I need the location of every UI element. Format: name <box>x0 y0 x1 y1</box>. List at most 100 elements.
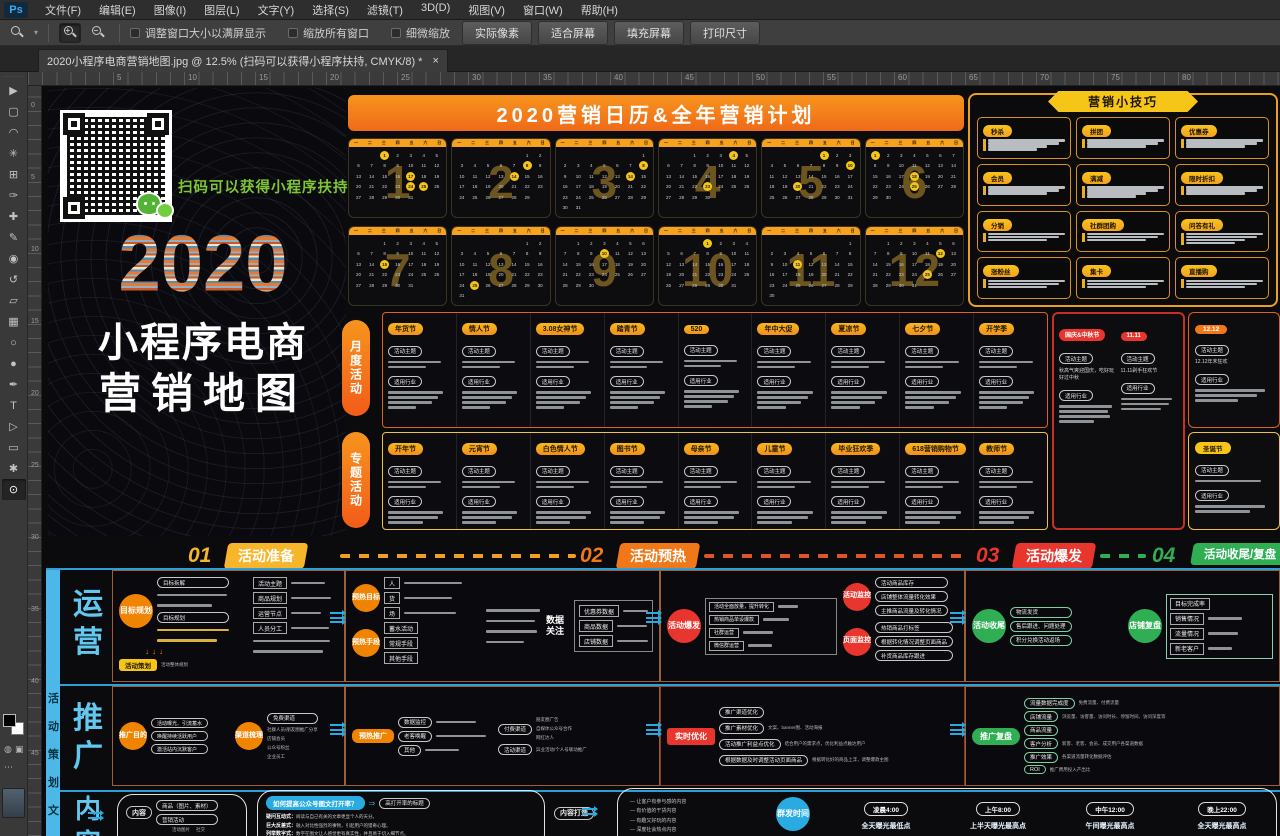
zoom-tool[interactable]: ⊙ <box>2 479 26 500</box>
shape-tool[interactable]: ▭ <box>2 437 26 458</box>
tab-close-icon[interactable]: × <box>432 55 438 67</box>
industry-label: 适用行业 <box>610 496 644 507</box>
day: 8 <box>701 249 714 260</box>
day: 6 <box>662 161 675 172</box>
day: 24 <box>404 270 417 281</box>
menu-窗口(W)[interactable]: 窗口(W) <box>514 0 572 20</box>
text-line <box>388 406 416 409</box>
day: 9 <box>585 249 598 260</box>
menu-帮助(H)[interactable]: 帮助(H) <box>572 0 627 20</box>
magic-wand-tool[interactable]: ✳ <box>2 143 26 164</box>
festival-name: 儿童节 <box>757 443 792 455</box>
menu-编辑(E)[interactable]: 编辑(E) <box>90 0 145 20</box>
day-blank <box>778 238 791 249</box>
tip-label: 涨粉丝 <box>983 265 1019 277</box>
dodge-tool[interactable]: ● <box>2 353 26 374</box>
zoom-in-button[interactable]: + <box>59 23 81 43</box>
bullet-icon <box>1181 145 1184 148</box>
menu-图层(L)[interactable]: 图层(L) <box>195 0 248 20</box>
options-button-适合屏幕[interactable]: 适合屏幕 <box>538 21 608 45</box>
path-select-tool[interactable]: ▷ <box>2 416 26 437</box>
menu-视图(V)[interactable]: 视图(V) <box>459 0 514 20</box>
pen-tool[interactable]: ✒ <box>2 374 26 395</box>
day: 18 <box>765 182 778 193</box>
tip-card-秒杀: 秒杀 <box>977 117 1071 159</box>
weekday-label: 一 <box>664 228 668 234</box>
options-button-打印尺寸[interactable]: 打印尺寸 <box>690 21 760 45</box>
day: 20 <box>494 270 507 281</box>
menu-图像(I)[interactable]: 图像(I) <box>145 0 195 20</box>
options-button-填充屏幕[interactable]: 填充屏幕 <box>614 21 684 45</box>
text-line <box>979 401 1023 404</box>
day: 3 <box>455 161 468 172</box>
weekday-label: 六 <box>733 228 737 234</box>
option-checkbox[interactable]: 细微缩放 <box>391 25 450 41</box>
weekday-label: 一 <box>561 228 565 234</box>
festival-name: 3.08女神节 <box>536 323 585 335</box>
type-tool[interactable]: T <box>2 395 26 416</box>
option-checkbox[interactable]: 调整窗口大小以满屏显示 <box>130 25 266 41</box>
options-bar: ▾ + − 调整窗口大小以满屏显示 缩放所有窗口 细微缩放 实际像素适合屏幕填充屏幕… <box>0 20 1280 46</box>
eyedropper-tool[interactable]: ✑ <box>2 185 26 206</box>
options-button-实际像素[interactable]: 实际像素 <box>462 21 532 45</box>
panel-thumbnail[interactable] <box>2 788 25 818</box>
day: 29 <box>844 280 857 291</box>
menu-文件(F)[interactable]: 文件(F) <box>36 0 90 20</box>
day: 20 <box>818 270 831 281</box>
move-tool[interactable]: ▶ <box>2 80 26 101</box>
document-tab[interactable]: 2020小程序电商营销地图.jpg @ 12.5% (扫码可以获得小程序扶持, … <box>38 49 448 72</box>
checkbox-icon[interactable] <box>391 28 401 38</box>
day-blank <box>468 238 481 249</box>
text-line <box>979 516 1029 519</box>
menu-3D(D)[interactable]: 3D(D) <box>412 0 459 20</box>
zoom-out-button[interactable]: − <box>87 23 109 43</box>
ruler-number: 20 <box>330 73 339 82</box>
day-blank <box>675 150 688 161</box>
menu-滤镜(T)[interactable]: 滤镜(T) <box>358 0 412 20</box>
healing-brush-tool[interactable]: ✚ <box>2 206 26 227</box>
day: 21 <box>365 270 378 281</box>
checkbox-icon[interactable] <box>130 28 140 38</box>
menu-选择(S)[interactable]: 选择(S) <box>303 0 358 20</box>
panel-grip[interactable]: ······· <box>0 72 27 80</box>
history-brush-tool[interactable]: ↺ <box>2 269 26 290</box>
gradient-tool[interactable]: ▦ <box>2 311 26 332</box>
day: 11 <box>468 171 481 182</box>
edit-toolbar-icon[interactable]: ⋯ <box>4 762 13 773</box>
screen-mode-icon[interactable]: ▣ <box>15 744 24 755</box>
preset-caret-icon[interactable]: ▾ <box>34 28 38 37</box>
menu-文字(Y)[interactable]: 文字(Y) <box>249 0 304 20</box>
eraser-tool[interactable]: ▱ <box>2 290 26 311</box>
weekday-label: 日 <box>851 228 855 234</box>
clone-stamp-tool[interactable]: ◉ <box>2 248 26 269</box>
festival-day: 1 <box>703 239 712 248</box>
document-canvas[interactable]: 扫码可以获得小程序扶持 2020 小程序电商 营销地图 2020营销日历&全年营… <box>42 86 1280 836</box>
marquee-tool[interactable]: ▢ <box>2 101 26 122</box>
day: 27 <box>662 192 675 203</box>
text-line <box>979 406 1007 409</box>
crop-tool[interactable]: ⊞ <box>2 164 26 185</box>
day-blank <box>585 150 598 161</box>
day: 10 <box>714 161 727 172</box>
blur-tool[interactable]: ○ <box>2 332 26 353</box>
quick-mask-icon[interactable]: ◍ <box>4 744 12 755</box>
lasso-tool[interactable]: ◠ <box>2 122 26 143</box>
option-checkbox[interactable]: 缩放所有窗口 <box>288 25 369 41</box>
industry-label: 适用行业 <box>757 496 791 507</box>
day: 6 <box>791 161 804 172</box>
phase-badge-01: 活动准备 <box>224 543 309 569</box>
text-line <box>1186 286 1245 289</box>
color-swatches[interactable] <box>3 714 25 736</box>
day: 9 <box>534 249 547 260</box>
hand-tool[interactable]: ✱ <box>2 458 26 479</box>
zoom-tool-preset[interactable] <box>6 23 28 43</box>
text-line <box>684 365 722 368</box>
checkbox-icon[interactable] <box>288 28 298 38</box>
page-monitor-node: 页面监控 <box>843 628 871 656</box>
text-line <box>831 401 875 404</box>
weekday-label: 二 <box>471 140 475 146</box>
festival-name: 元宵节 <box>462 443 497 455</box>
brush-tool[interactable]: ✎ <box>2 227 26 248</box>
day: 30 <box>534 280 547 291</box>
theme-row: 活动主题 <box>684 339 747 357</box>
